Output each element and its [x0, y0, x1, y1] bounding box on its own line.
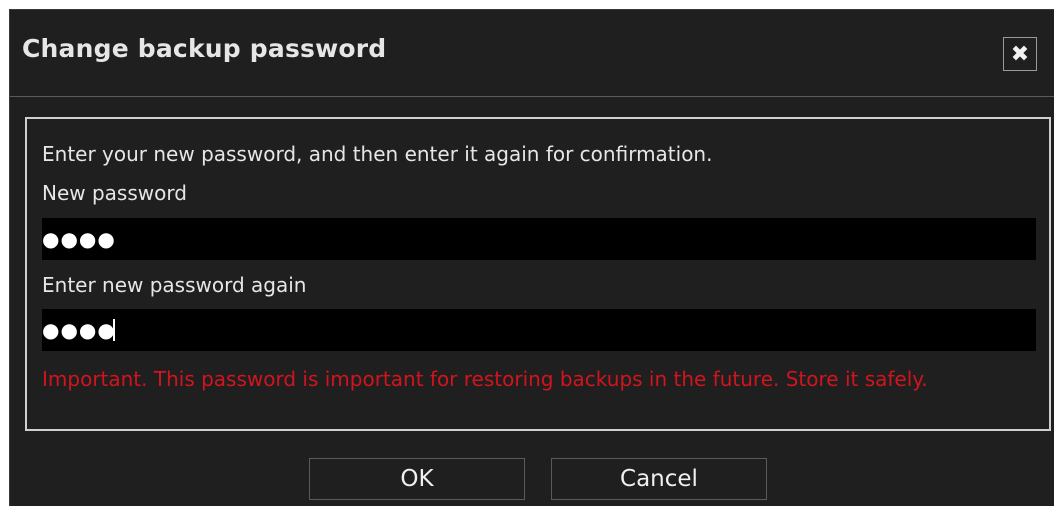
- dialog-title: Change backup password: [22, 34, 387, 63]
- new-password-field[interactable]: ●●●●: [42, 218, 1036, 260]
- change-backup-password-dialog: Change backup password ✖ Enter your new …: [9, 9, 1054, 506]
- warning-text: Important. This password is important fo…: [42, 367, 928, 391]
- new-password-label: New password: [42, 181, 187, 205]
- text-caret: [112, 319, 115, 341]
- confirm-password-value: ●●●●: [42, 318, 116, 342]
- dialog-titlebar: Change backup password ✖: [10, 10, 1054, 97]
- new-password-value: ●●●●: [42, 227, 116, 251]
- close-icon: ✖: [1010, 41, 1030, 67]
- close-button[interactable]: ✖: [1003, 37, 1037, 71]
- instructions-text: Enter your new password, and then enter …: [42, 142, 713, 166]
- cancel-button[interactable]: Cancel: [551, 458, 767, 500]
- confirm-password-field[interactable]: ●●●●: [42, 309, 1036, 351]
- confirm-password-label: Enter new password again: [42, 273, 307, 297]
- password-panel: Enter your new password, and then enter …: [25, 117, 1051, 431]
- ok-button[interactable]: OK: [309, 458, 525, 500]
